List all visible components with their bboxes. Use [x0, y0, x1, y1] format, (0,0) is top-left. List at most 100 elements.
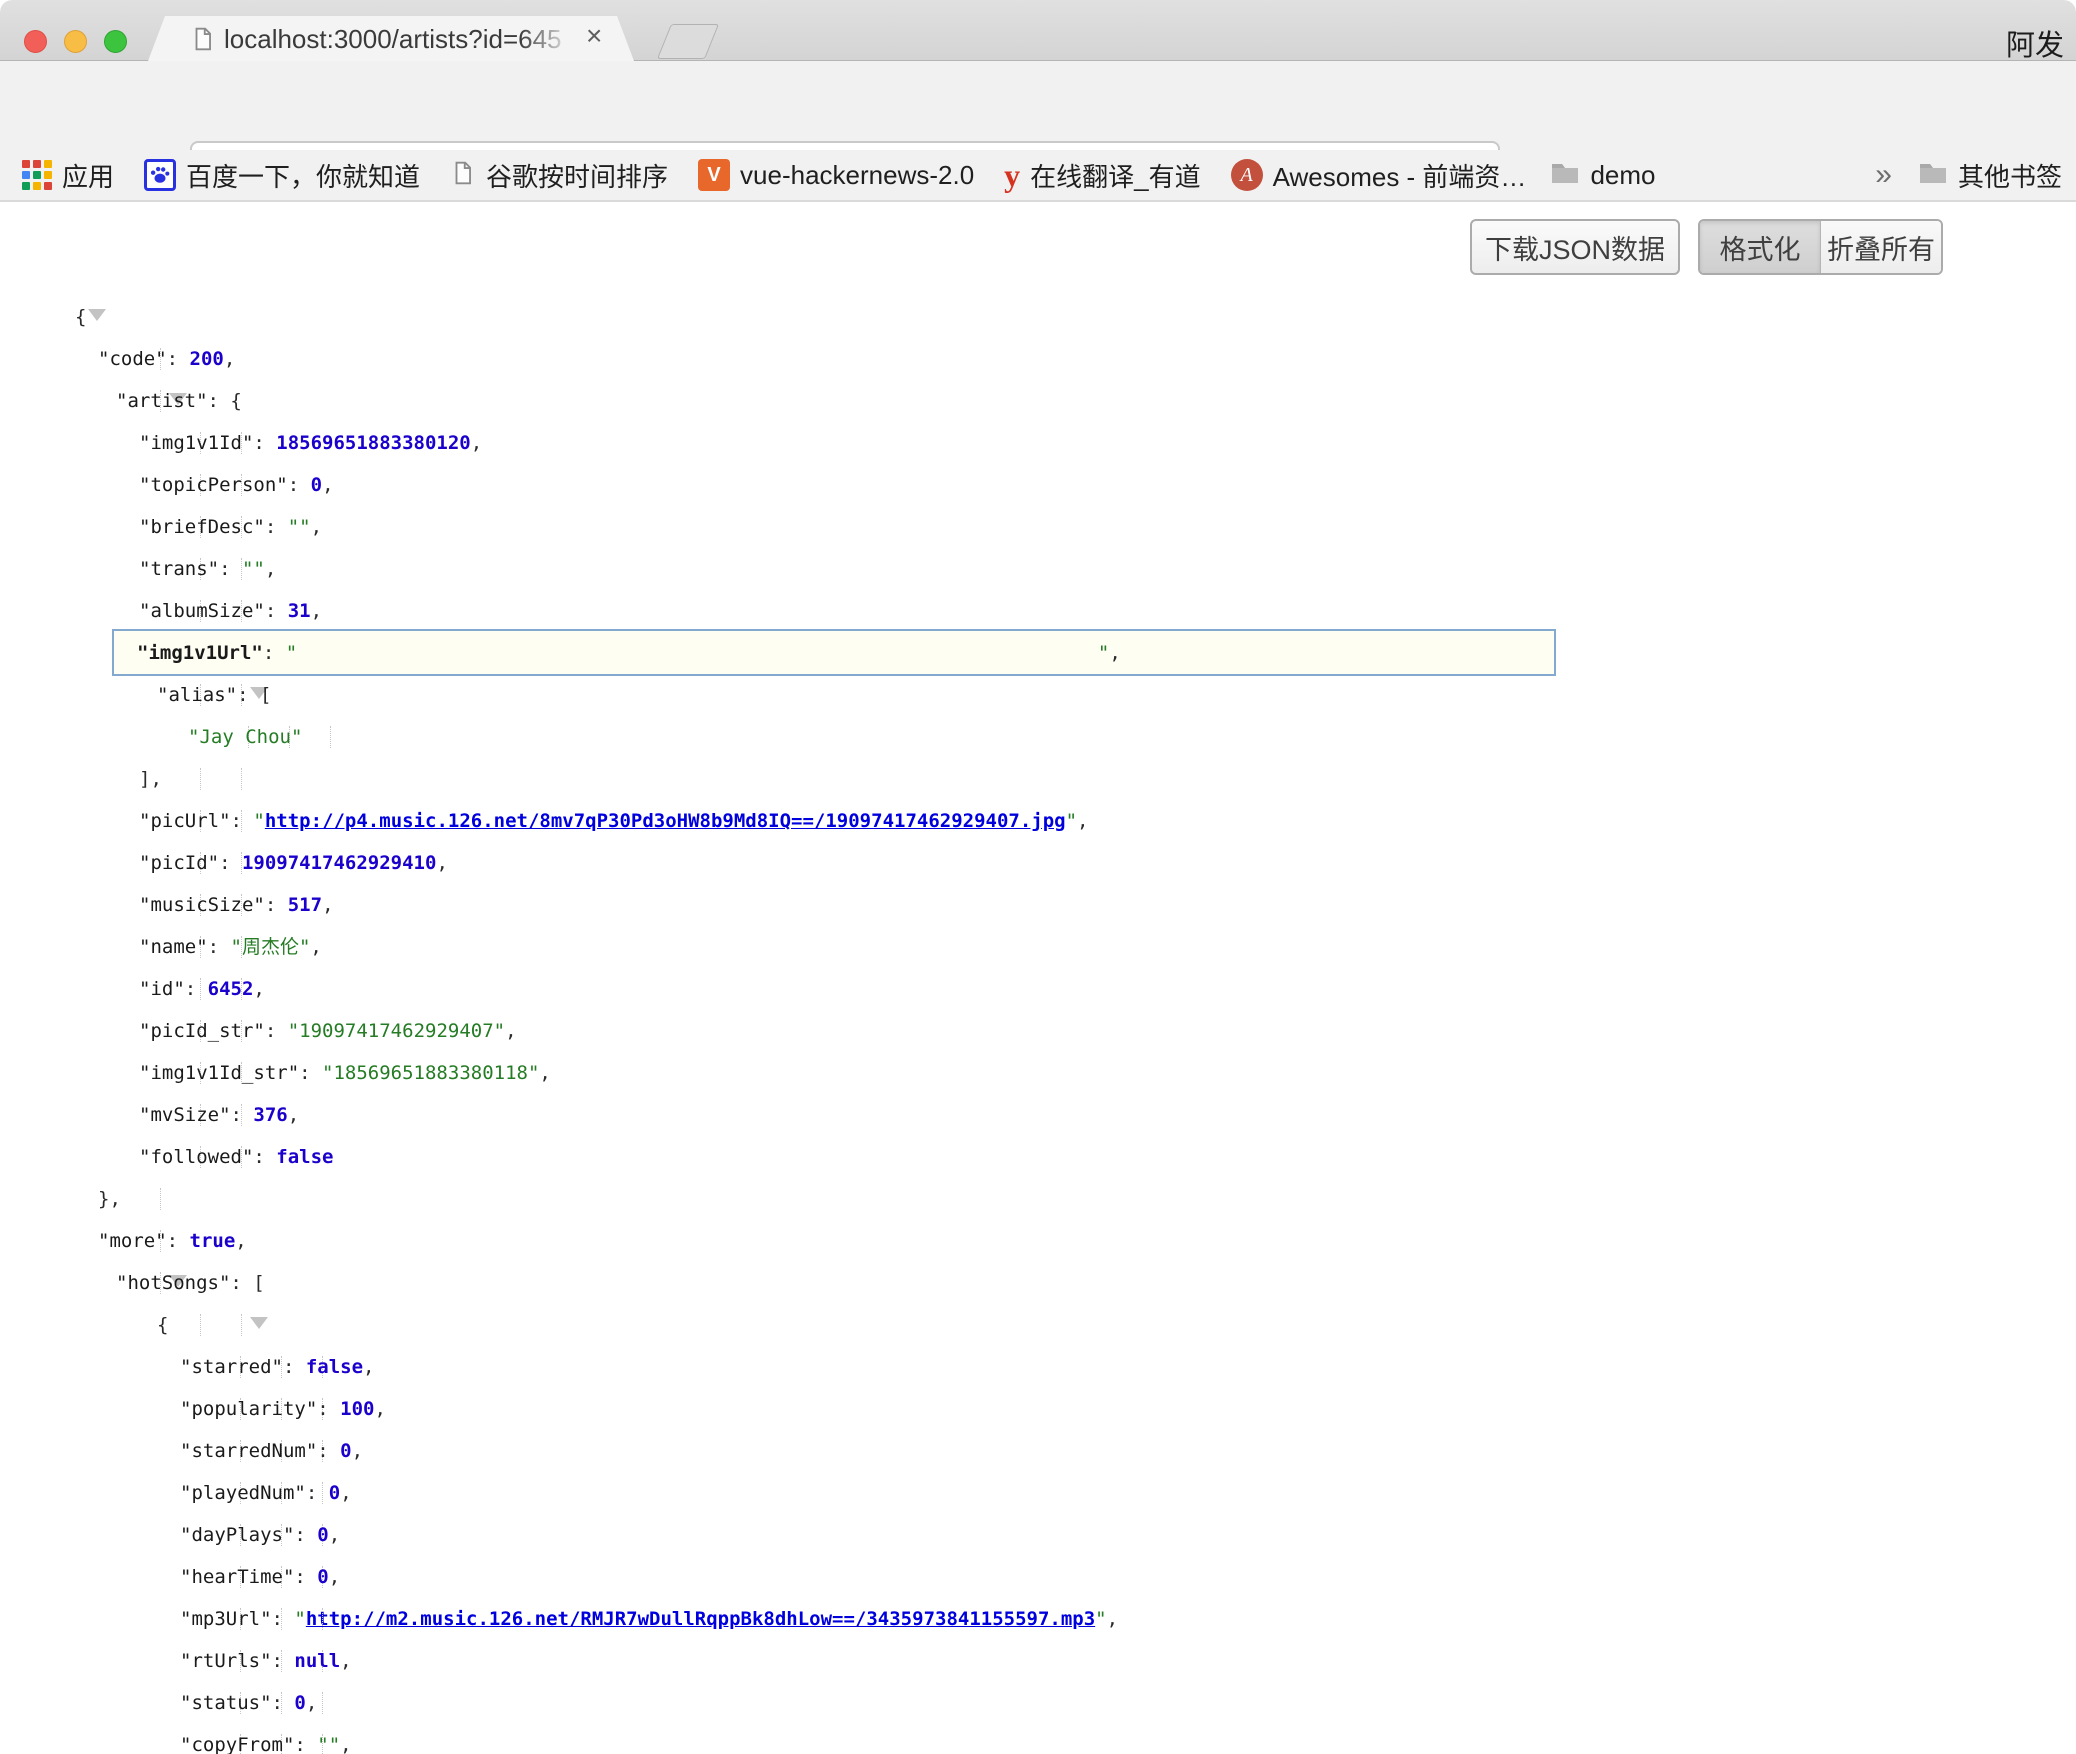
json-link[interactable]: http://m2.music.126.net/RMJR7wDullRqppBk… [306, 1608, 1095, 1630]
bookmark-youdao[interactable]: y 在线翻译_有道 [1004, 157, 1200, 194]
page-content: 下载JSON数据 格式化 折叠所有 {"code": 200,"artist":… [0, 204, 2076, 1754]
json-num-value: 376 [253, 1104, 287, 1126]
minimize-window-button[interactable] [64, 30, 87, 53]
json-colon: : [294, 1524, 317, 1546]
json-comma: , [1077, 810, 1088, 832]
json-colon: : [167, 348, 190, 370]
json-string-value: "" [242, 558, 265, 580]
json-line: "img1v1Id": 18569651883380120, [0, 422, 2076, 464]
baidu-paw-icon [144, 159, 176, 191]
json-num-value: 18569651883380120 [276, 432, 470, 454]
bookmark-google-sort[interactable]: 谷歌按时间排序 [450, 157, 668, 194]
bookmark-folder-demo[interactable]: demo [1550, 160, 1655, 191]
json-bool-value: false [276, 1146, 333, 1168]
json-line: "trans": "", [0, 548, 2076, 590]
json-open-bracket: { [157, 1314, 168, 1336]
profile-name[interactable]: 阿发 [2006, 22, 2064, 64]
json-line: "id": 6452, [0, 968, 2076, 1010]
new-tab-button[interactable] [657, 24, 719, 59]
format-button[interactable]: 格式化 [1700, 221, 1820, 273]
bookmark-baidu[interactable]: 百度一下，你就知道 [144, 157, 420, 194]
json-tree: {"code": 200,"artist": {"img1v1Id": 1856… [0, 296, 2076, 1754]
json-colon: : [208, 936, 231, 958]
json-string-value: "" [288, 516, 311, 538]
indent-guide [322, 1608, 323, 1630]
json-colon: : [230, 1272, 253, 1294]
bookmark-apps[interactable]: 应用 [22, 157, 114, 194]
json-comma: , [329, 1524, 340, 1546]
json-string-value: "Jay Chou" [188, 726, 302, 748]
json-line: "dayPlays": 0, [0, 1514, 2076, 1556]
json-colon: : [306, 1482, 329, 1504]
json-open-bracket: { [230, 390, 241, 412]
json-key: "mvSize" [139, 1104, 231, 1126]
bookmark-vue-hackernews[interactable]: V vue-hackernews-2.0 [698, 159, 974, 191]
browser-tab[interactable]: localhost:3000/artists?id=645 × [148, 16, 634, 61]
json-comma: , [311, 516, 322, 538]
tab-close-icon[interactable]: × [586, 20, 602, 52]
json-comma: , [265, 558, 276, 580]
zoom-window-button[interactable] [104, 30, 127, 53]
json-line: "picId_str": "19097417462929407", [0, 1010, 2076, 1052]
indent-guide [200, 768, 201, 790]
json-quote: " [1095, 1608, 1106, 1630]
json-key: "musicSize" [139, 894, 265, 916]
view-mode-switch: 格式化 折叠所有 [1698, 219, 1943, 275]
json-link[interactable]: http://p4.music.126.net/8mv7qP30Pd3oHW8b… [265, 810, 1066, 832]
json-link[interactable]: http://p4.music.126.net/Q_ExePNkmgB2yWyL… [297, 642, 1098, 664]
json-null-value: null [294, 1650, 340, 1672]
json-line: "img1v1Id_str": "18569651883380118", [0, 1052, 2076, 1094]
json-colon: : [167, 1230, 190, 1252]
json-comma: , [224, 348, 235, 370]
close-window-button[interactable] [24, 30, 47, 53]
json-comma: , [310, 936, 321, 958]
json-line: "playedNum": 0, [0, 1472, 2076, 1514]
json-num-value: 6452 [208, 978, 254, 1000]
collapse-triangle-icon[interactable] [88, 309, 106, 343]
indent-guide [241, 768, 242, 790]
json-string-value: "19097417462929407" [288, 1020, 505, 1042]
json-line: "mvSize": 376, [0, 1094, 2076, 1136]
json-colon: : [219, 558, 242, 580]
json-key: "starred" [180, 1356, 283, 1378]
json-colon: : [283, 1356, 306, 1378]
json-comma: , [340, 1482, 351, 1504]
json-line: "Jay Chou" [0, 716, 2076, 758]
folder-icon [1550, 161, 1580, 190]
json-comma: , [1109, 642, 1120, 664]
json-key: "followed" [139, 1146, 253, 1168]
bookmarks-overflow-icon[interactable]: » [1875, 158, 1892, 192]
json-key: "picUrl" [139, 810, 231, 832]
json-colon: : [263, 642, 286, 664]
json-key: "hearTime" [180, 1566, 294, 1588]
json-comma: , [375, 1398, 386, 1420]
json-key: "hotSongs" [116, 1272, 230, 1294]
json-colon: : [294, 1566, 317, 1588]
json-comma: , [311, 600, 322, 622]
json-key: "name" [139, 936, 208, 958]
json-key: "trans" [139, 558, 219, 580]
json-comma: , [363, 1356, 374, 1378]
json-quote: " [294, 1608, 305, 1630]
collapse-triangle-icon[interactable] [250, 1317, 268, 1351]
json-bool-value: false [306, 1356, 363, 1378]
bookmark-folder-other[interactable]: 其他书签 [1918, 157, 2062, 194]
json-line: }, [0, 1178, 2076, 1220]
json-key: "rtUrls" [180, 1650, 272, 1672]
bookmark-awesomes[interactable]: A Awesomes - 前端资… [1231, 157, 1527, 194]
json-key: "topicPerson" [139, 474, 288, 496]
indent-guide [160, 1188, 161, 1210]
json-key: "dayPlays" [180, 1524, 294, 1546]
json-comma: , [306, 1692, 317, 1714]
json-comma: , [150, 768, 161, 790]
json-line: "status": 0, [0, 1682, 2076, 1724]
collapse-all-button[interactable]: 折叠所有 [1820, 221, 1941, 273]
download-json-button[interactable]: 下载JSON数据 [1470, 219, 1680, 275]
json-line: "hotSongs": [ [0, 1262, 2076, 1304]
json-bool-value: true [190, 1230, 236, 1252]
json-num-value: 19097417462929410 [242, 852, 436, 874]
tab-title: localhost:3000/artists?id=645 [224, 24, 576, 55]
json-comma: , [340, 1650, 351, 1672]
json-num-value: 0 [294, 1692, 305, 1714]
json-colon: : [288, 474, 311, 496]
